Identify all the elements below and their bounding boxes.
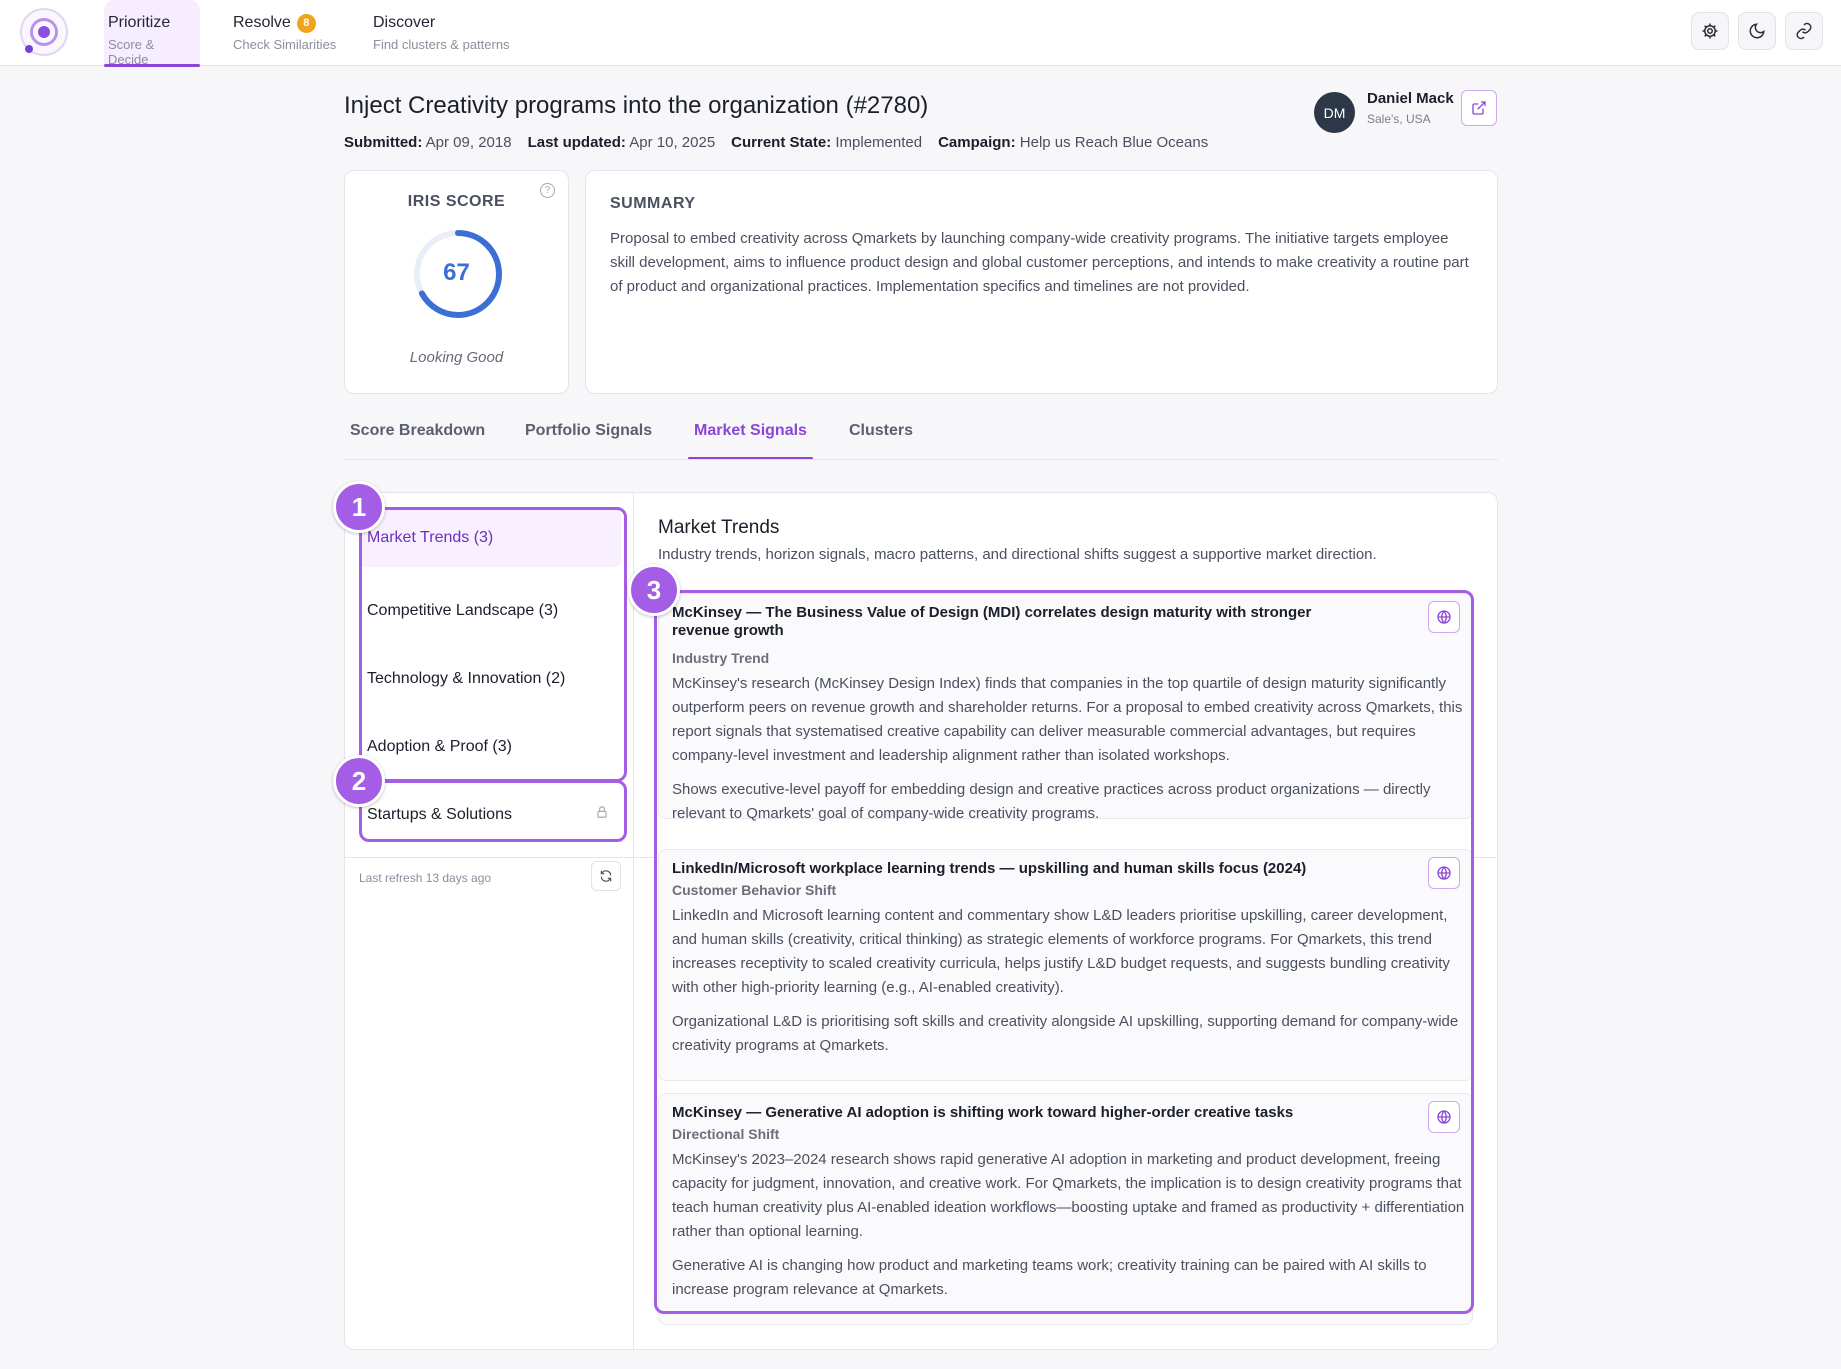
signal-title: McKinsey — Generative AI adoption is shi… xyxy=(672,1104,1294,1121)
nav-tab-subtitle: Find clusters & patterns xyxy=(373,37,510,52)
meta-label: Last updated: xyxy=(527,134,626,151)
signal-title: McKinsey — The Business Value of Design … xyxy=(672,604,1312,639)
signal-type: Customer Behavior Shift xyxy=(672,882,837,898)
iris-score-card: IRIS SCORE ? 67 Looking Good xyxy=(344,170,569,394)
copy-link-button[interactable] xyxy=(1785,12,1823,50)
nav-tab-discover[interactable]: Discover Find clusters & patterns xyxy=(369,0,529,66)
category-adoption-proof[interactable]: Adoption & Proof (3) xyxy=(359,713,621,781)
nav-tab-resolve[interactable]: Resolve 8 Check Similarities xyxy=(229,0,349,66)
open-source-button[interactable] xyxy=(1428,601,1460,633)
page-title: Inject Creativity programs into the orga… xyxy=(344,92,929,119)
settings-button[interactable] xyxy=(1691,12,1729,50)
nav-tab-subtitle: Check Similarities xyxy=(233,37,337,52)
annotation-marker: 3 xyxy=(628,564,680,616)
open-source-button[interactable] xyxy=(1428,1101,1460,1133)
meta-label: Submitted: xyxy=(344,134,423,151)
updated-date: Apr 10, 2025 xyxy=(629,134,716,151)
signal-type: Industry Trend xyxy=(672,650,770,666)
signal-card: McKinsey — Generative AI adoption is shi… xyxy=(658,1093,1473,1325)
idea-meta: Submitted: Apr 09, 2018 Last updated: Ap… xyxy=(344,134,1208,151)
signal-type: Directional Shift xyxy=(672,1126,780,1142)
tab-clusters[interactable]: Clusters xyxy=(843,420,919,460)
category-startups-solutions[interactable]: Startups & Solutions xyxy=(359,781,621,849)
open-external-button[interactable] xyxy=(1461,90,1497,126)
theme-toggle-button[interactable] xyxy=(1738,12,1776,50)
gear-icon xyxy=(1702,23,1718,39)
tabs-divider xyxy=(344,459,1498,460)
nav-tab-subtitle: Score & Decide xyxy=(108,37,155,67)
summary-heading: SUMMARY xyxy=(610,195,696,212)
submitted-date: Apr 09, 2018 xyxy=(425,134,512,151)
score-label: IRIS SCORE xyxy=(407,193,506,210)
category-label: Technology & Innovation (2) xyxy=(367,670,566,687)
category-list: Market Trends (3) Competitive Landscape … xyxy=(359,509,621,849)
section-description: Industry trends, horizon signals, macro … xyxy=(658,546,1377,563)
author-location: Sale's, USA xyxy=(1367,112,1431,126)
app-logo[interactable] xyxy=(20,8,68,56)
signal-body: LinkedIn and Microsoft learning content … xyxy=(672,907,1450,996)
meta-label: Current State: xyxy=(731,134,832,151)
signal-takeaway: Shows executive-level payoff for embeddi… xyxy=(672,781,1431,822)
last-refresh-text: Last refresh 13 days ago xyxy=(359,871,492,885)
lock-icon xyxy=(597,806,607,818)
market-signals-panel: Market Trends (3) Competitive Landscape … xyxy=(344,492,1498,1350)
signal-card: LinkedIn/Microsoft workplace learning tr… xyxy=(658,849,1473,1081)
globe-icon xyxy=(1437,610,1451,624)
tab-score-breakdown[interactable]: Score Breakdown xyxy=(344,420,491,460)
score-value: 67 xyxy=(443,259,470,286)
category-market-trends[interactable]: Market Trends (3) xyxy=(359,509,621,567)
nav-tab-title: Resolve xyxy=(233,14,291,31)
nav-tab-title: Prioritize xyxy=(108,14,171,31)
current-state: Implemented xyxy=(835,134,923,151)
signal-takeaway: Organizational L&D is prioritising soft … xyxy=(672,1013,1459,1054)
category-technology-innovation[interactable]: Technology & Innovation (2) xyxy=(359,645,621,713)
signal-body: McKinsey's research (McKinsey Design Ind… xyxy=(672,675,1463,764)
help-icon[interactable]: ? xyxy=(540,183,555,198)
avatar[interactable]: DM xyxy=(1314,92,1355,133)
annotation-marker: 2 xyxy=(333,755,385,807)
count-badge: 8 xyxy=(296,13,316,33)
category-label: Market Trends (3) xyxy=(367,529,494,546)
score-status: Looking Good xyxy=(409,349,504,366)
signal-body: McKinsey's 2023–2024 research shows rapi… xyxy=(672,1151,1465,1240)
author-name: Daniel Mack xyxy=(1367,90,1454,107)
annotation-marker: 1 xyxy=(333,481,385,533)
moon-icon xyxy=(1749,23,1765,39)
open-source-button[interactable] xyxy=(1428,857,1460,889)
category-label: Adoption & Proof (3) xyxy=(367,738,512,755)
summary-text: Proposal to embed creativity across Qmar… xyxy=(610,230,1469,295)
link-icon xyxy=(1796,22,1812,40)
globe-icon xyxy=(1437,1110,1451,1124)
category-label: Competitive Landscape (3) xyxy=(367,602,559,619)
signal-takeaway: Generative AI is changing how product an… xyxy=(672,1257,1427,1298)
nav-tab-prioritize[interactable]: Prioritize Score & Decide xyxy=(104,0,200,67)
meta-label: Campaign: xyxy=(938,134,1016,151)
globe-icon xyxy=(1437,866,1451,880)
refresh-button[interactable] xyxy=(591,861,621,891)
refresh-icon xyxy=(600,870,612,882)
signal-title: LinkedIn/Microsoft workplace learning tr… xyxy=(672,860,1307,877)
nav-tab-title: Discover xyxy=(373,14,436,31)
external-link-icon xyxy=(1472,101,1486,115)
category-competitive-landscape[interactable]: Competitive Landscape (3) xyxy=(359,577,621,645)
column-divider xyxy=(633,493,634,1349)
tab-portfolio-signals[interactable]: Portfolio Signals xyxy=(519,420,658,460)
tab-market-signals[interactable]: Market Signals xyxy=(688,420,813,460)
campaign-name: Help us Reach Blue Oceans xyxy=(1019,134,1209,151)
signal-card: McKinsey — The Business Value of Design … xyxy=(658,593,1473,822)
summary-card: SUMMARY Proposal to embed creativity acr… xyxy=(585,170,1498,394)
section-title: Market Trends xyxy=(658,517,780,538)
top-navigation: Prioritize Score & Decide Resolve 8 Chec… xyxy=(0,0,1841,67)
category-label: Startups & Solutions xyxy=(367,806,512,823)
